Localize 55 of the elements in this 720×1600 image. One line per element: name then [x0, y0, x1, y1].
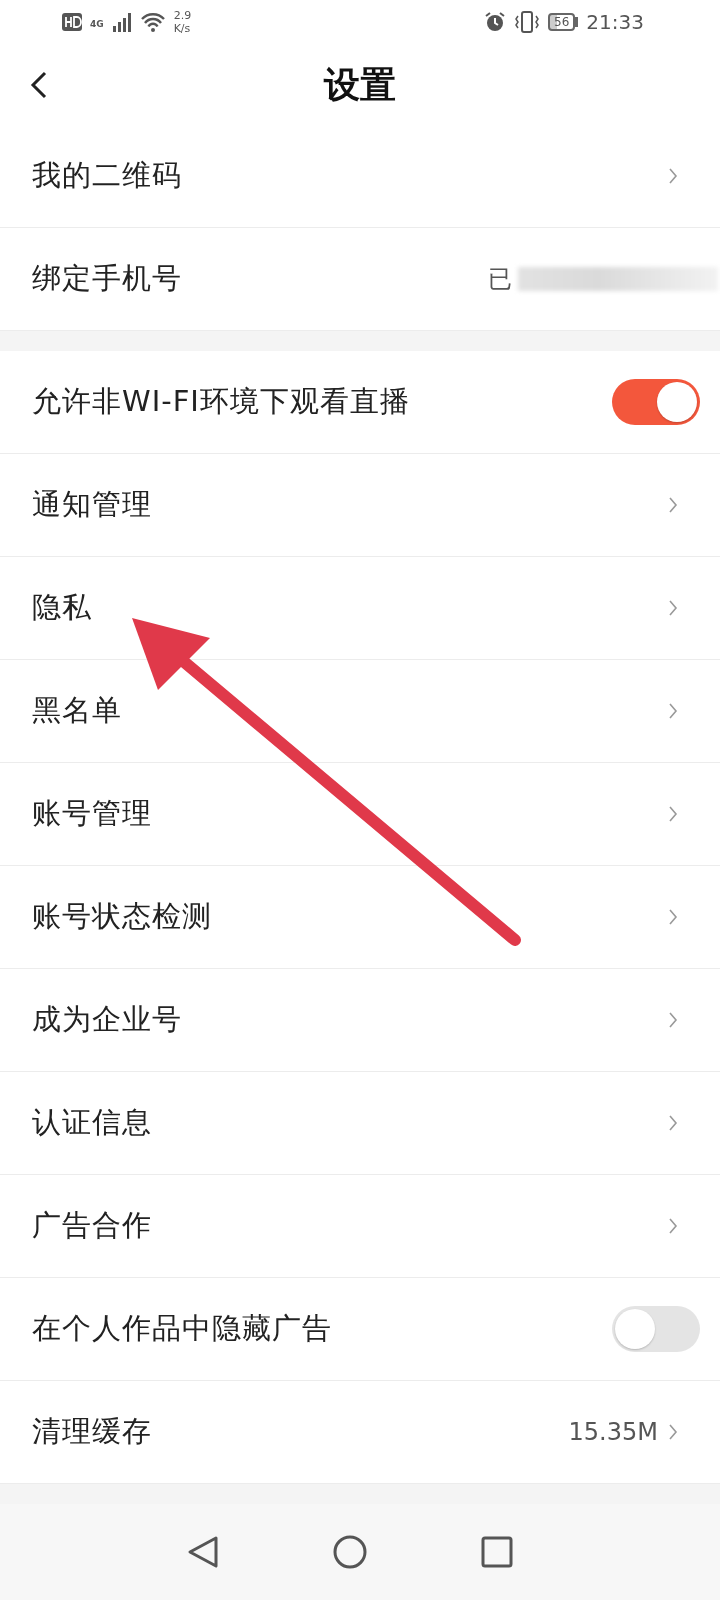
row-label: 在个人作品中隐藏广告 [32, 1310, 332, 1348]
chevron-right-icon [668, 702, 678, 721]
settings-row[interactable]: 成为企业号 [0, 969, 720, 1072]
signal-icon [111, 12, 132, 33]
toggle-switch[interactable] [612, 379, 700, 426]
speed-value: 2.9 [173, 9, 192, 23]
chevron-right-icon [668, 908, 678, 927]
chevron-right-icon [668, 1011, 678, 1030]
recents-button[interactable] [481, 1536, 513, 1569]
settings-row[interactable]: 认证信息 [0, 1072, 720, 1175]
vibrate-icon [514, 11, 541, 34]
row-value: 15.35M [568, 1418, 658, 1447]
settings-row[interactable]: 账号管理 [0, 763, 720, 866]
settings-row[interactable]: 账号状态检测 [0, 866, 720, 969]
settings-row[interactable]: 清理缓存 15.35M [0, 1381, 720, 1484]
chevron-right-icon [668, 496, 678, 515]
hd-icon [62, 13, 82, 32]
row-label: 通知管理 [32, 486, 152, 524]
settings-row[interactable]: 隐私 [0, 557, 720, 660]
row-label: 认证信息 [32, 1104, 152, 1142]
alarm-icon [484, 11, 507, 34]
row-label: 账号管理 [32, 795, 152, 833]
settings-row[interactable]: 通知管理 [0, 454, 720, 557]
chevron-right-icon [668, 805, 678, 824]
chevron-right-icon [668, 167, 678, 186]
back-nav-button[interactable] [187, 1535, 219, 1570]
chevron-right-icon [668, 1114, 678, 1133]
settings-row[interactable]: 允许非WI-FI环境下观看直播 [0, 351, 720, 454]
chevron-right-icon [668, 1217, 678, 1236]
row-label: 清理缓存 [32, 1413, 152, 1451]
battery-tip-icon [575, 17, 579, 28]
home-button[interactable] [333, 1535, 367, 1570]
speed-unit: K/s [173, 22, 192, 36]
row-label: 绑定手机号 [32, 260, 182, 298]
row-label: 账号状态检测 [32, 898, 212, 936]
battery-level: 56 [548, 13, 576, 32]
network-type: 4G [90, 19, 104, 30]
clock: 21:33 [586, 10, 644, 35]
row-label: 隐私 [32, 589, 92, 627]
settings-row[interactable]: 广告合作 [0, 1175, 720, 1278]
settings-row[interactable]: 我的二维码 [0, 125, 720, 228]
chevron-right-icon [668, 1423, 678, 1442]
toggle-switch[interactable] [612, 1306, 700, 1353]
row-label: 黑名单 [32, 692, 122, 730]
page-title: 设置 [324, 63, 396, 105]
settings-row[interactable]: 绑定手机号 已 [0, 228, 720, 331]
settings-row[interactable]: 在个人作品中隐藏广告 [0, 1278, 720, 1381]
settings-row[interactable]: 黑名单 [0, 660, 720, 763]
wifi-icon [139, 12, 166, 33]
row-label: 成为企业号 [32, 1001, 182, 1039]
row-label: 允许非WI-FI环境下观看直播 [32, 383, 410, 421]
row-value: 已 [488, 264, 512, 296]
chevron-right-icon [668, 599, 678, 618]
row-label: 广告合作 [32, 1207, 152, 1245]
row-label: 我的二维码 [32, 157, 182, 195]
